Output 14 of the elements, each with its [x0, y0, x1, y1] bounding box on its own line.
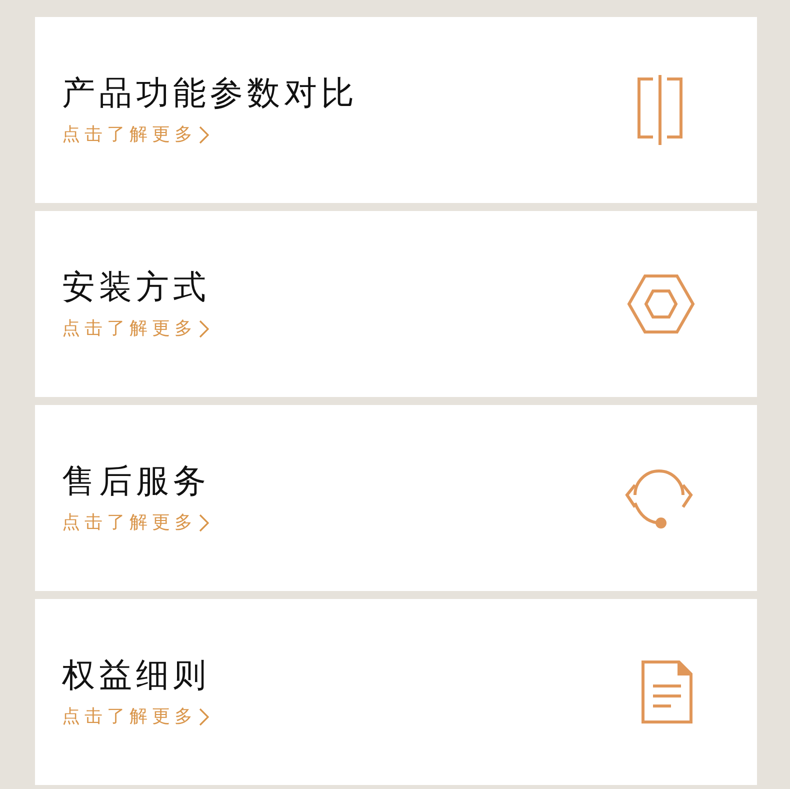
card-title: 售后服务: [62, 461, 210, 501]
card-title: 权益细则: [62, 655, 210, 695]
hexagon-nut-icon: [627, 274, 695, 334]
learn-more-link[interactable]: 点击了解更多: [62, 318, 209, 340]
learn-more-link[interactable]: 点击了解更多: [62, 706, 209, 728]
chevron-right-icon: [199, 126, 209, 144]
chevron-right-icon: [199, 708, 209, 726]
chevron-right-icon: [199, 320, 209, 338]
learn-more-link[interactable]: 点击了解更多: [62, 124, 209, 146]
chevron-right-icon: [199, 514, 209, 532]
card-title: 产品功能参数对比: [62, 73, 358, 113]
card-title: 安装方式: [62, 267, 210, 307]
learn-more-link[interactable]: 点击了解更多: [62, 512, 209, 534]
document-icon: [639, 658, 695, 726]
